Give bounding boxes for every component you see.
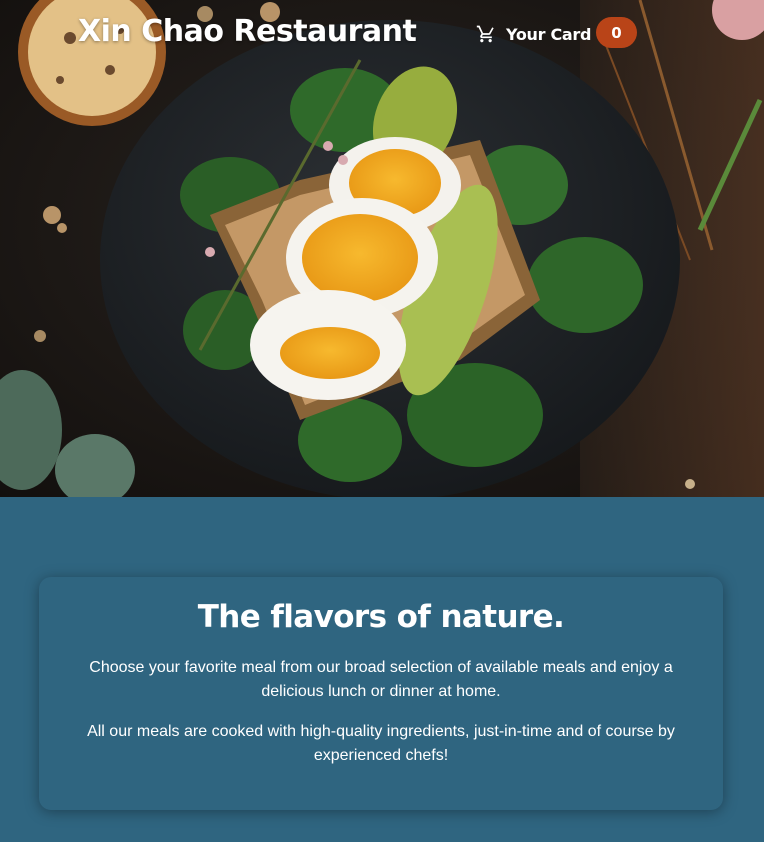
summary-paragraph-1: Choose your favorite meal from our broad… [89,659,673,700]
cart-button[interactable]: Your Card 0 [470,17,640,51]
brand-title: Xin Chao Restaurant [78,14,417,49]
site-header: Xin Chao Restaurant Your Card 0 [0,0,764,70]
cart-label: Your Card [506,24,592,44]
meal-illustration [0,0,764,497]
cart-count-badge: 0 [596,17,637,48]
summary-title: The flavors of nature. [197,599,565,635]
shopping-cart-icon [476,25,494,43]
summary-paragraph-2: All our meals are cooked with high-quali… [87,723,675,764]
meals-summary-card: The flavors of nature. Choose your favor… [39,577,723,810]
hero-image [0,0,764,497]
